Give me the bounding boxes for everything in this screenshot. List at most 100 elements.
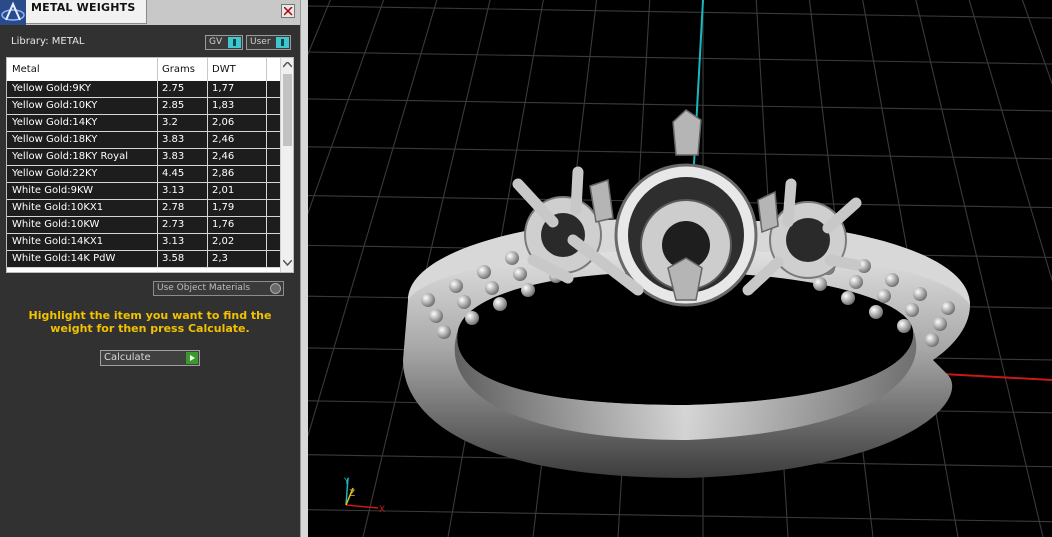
metal-cell: Yellow Gold:22KY [12,168,98,179]
ring-model [403,109,970,478]
calculate-label: Calculate [104,352,151,363]
dwt-cell: 2,3 [212,253,228,264]
dwt-cell: 1,77 [212,83,235,94]
table-row[interactable]: Yellow Gold:18KY 3.83 2,46 [7,132,280,149]
cell-divider [266,217,267,233]
table-row[interactable]: Yellow Gold:22KY 4.45 2,86 [7,166,280,183]
gv-toggle-label: GV [209,37,223,47]
cell-divider [207,251,208,267]
metal-weights-panel: METAL WEIGHTS Library: METAL GV User Met… [0,0,300,537]
calculate-button[interactable]: Calculate [100,350,200,366]
cell-divider [207,166,208,182]
scroll-up-icon[interactable] [283,62,292,68]
cell-divider [266,149,267,165]
axis-triad: X Y Z [343,477,385,515]
cell-divider [266,98,267,114]
dwt-cell: 1,76 [212,219,235,230]
metal-cell: White Gold:10KW [12,219,100,230]
table-rows: Yellow Gold:9KY 2.75 1,77 Yellow Gold:10KY 2… [7,81,280,268]
table-row[interactable]: Yellow Gold:10KY 2.85 1,83 [7,98,280,115]
table-header: Metal Grams DWT [7,58,280,81]
metal-cell: White Gold:10KX1 [12,202,104,213]
metal-cell: White Gold:14K PdW [12,253,116,264]
table-scrollbar[interactable] [280,58,293,272]
column-header-dwt[interactable]: DWT [212,64,236,75]
grams-cell: 3.83 [162,134,185,145]
cell-divider [157,234,158,250]
dwt-cell: 2,01 [212,185,235,196]
grams-cell: 2.78 [162,202,185,213]
grams-cell: 3.58 [162,253,185,264]
scroll-down-icon[interactable] [283,260,292,266]
cell-divider [157,98,158,114]
grams-cell: 2.75 [162,83,185,94]
column-header-metal[interactable]: Metal [12,64,40,75]
close-icon [284,7,293,16]
column-divider [266,58,267,81]
table-row[interactable]: White Gold:9KW 3.13 2,01 [7,183,280,200]
close-button[interactable] [281,4,295,18]
cell-divider [207,98,208,114]
cell-divider [157,149,158,165]
table-row[interactable]: White Gold:14K PdW 3.58 2,3 [7,251,280,268]
panel-splitter[interactable] [300,0,308,537]
table-row[interactable]: White Gold:10KX1 2.78 1,79 [7,200,280,217]
panel-titlebar: METAL WEIGHTS [0,0,300,25]
gv-toggle-switch-icon [228,37,241,48]
dwt-cell: 1,79 [212,202,235,213]
metal-cell: White Gold:9KW [12,185,94,196]
cell-divider [157,183,158,199]
gv-toggle[interactable]: GV [205,35,243,50]
axis-label-z: Z [349,489,355,499]
cell-divider [266,234,267,250]
instruction-text: Highlight the item you want to find the … [28,309,272,335]
play-arrow-icon [186,352,198,364]
viewport-scene: X Y Z [308,0,1052,537]
dwt-cell: 2,02 [212,236,235,247]
cell-divider [207,183,208,199]
scroll-thumb[interactable] [283,74,292,146]
app-logo-icon [0,0,26,25]
user-toggle-switch-icon [276,37,289,48]
3d-viewport[interactable]: X Y Z [308,0,1052,537]
table-row[interactable]: Yellow Gold:14KY 3.2 2,06 [7,115,280,132]
user-toggle[interactable]: User [246,35,291,50]
cell-divider [157,200,158,216]
library-label: Library: METAL [11,36,85,47]
panel-title: METAL WEIGHTS [31,1,136,14]
cell-divider [266,200,267,216]
grams-cell: 2.73 [162,219,185,230]
cell-divider [266,166,267,182]
column-divider [207,58,208,81]
table-row[interactable]: White Gold:14KX1 3.13 2,02 [7,234,280,251]
cell-divider [207,132,208,148]
cell-divider [157,115,158,131]
axis-label-x: X [379,505,385,515]
dwt-cell: 2,46 [212,134,235,145]
table-row[interactable]: Yellow Gold:18KY Royal 3.83 2,46 [7,149,280,166]
panel-title-tab[interactable]: METAL WEIGHTS [26,0,147,24]
grams-cell: 3.2 [162,117,178,128]
use-object-materials-toggle[interactable]: Use Object Materials [153,281,284,296]
cell-divider [207,149,208,165]
column-header-grams[interactable]: Grams [162,64,195,75]
table-row[interactable]: Yellow Gold:9KY 2.75 1,77 [7,81,280,98]
cell-divider [207,115,208,131]
dwt-cell: 1,83 [212,100,235,111]
cell-divider [157,166,158,182]
cell-divider [266,115,267,131]
use-object-materials-label: Use Object Materials [157,283,251,293]
cell-divider [266,132,267,148]
dwt-cell: 2,06 [212,117,235,128]
cell-divider [266,81,267,97]
metal-cell: Yellow Gold:9KY [12,83,91,94]
table-row[interactable]: White Gold:10KW 2.73 1,76 [7,217,280,234]
metal-cell: Yellow Gold:18KY Royal [12,151,128,162]
cell-divider [157,132,158,148]
metal-cell: Yellow Gold:14KY [12,117,98,128]
cell-divider [266,183,267,199]
metal-cell: White Gold:14KX1 [12,236,104,247]
cell-divider [207,217,208,233]
metal-table: Metal Grams DWT Yellow Gold:9KY 2.75 1,77 Y… [6,57,294,273]
cell-divider [157,251,158,267]
